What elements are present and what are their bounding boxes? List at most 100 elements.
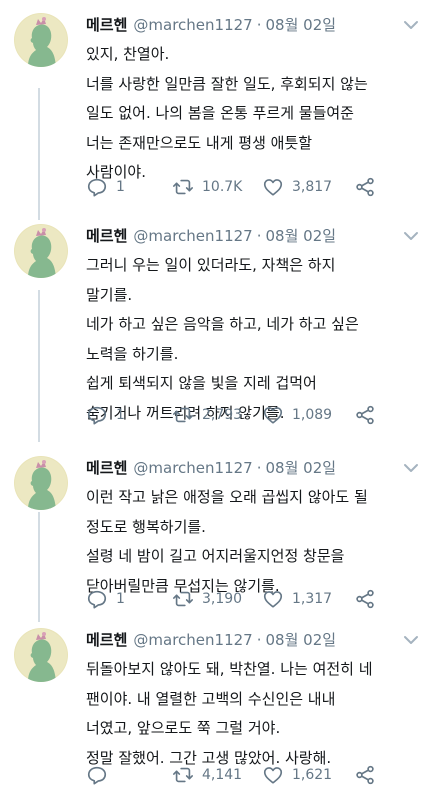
- tweet-line: 설령 네 밤이 길고 어지러울지언정 창문을: [86, 547, 345, 565]
- retweet-button[interactable]: 4,141: [172, 763, 242, 787]
- user-handle[interactable]: @marchen1127: [133, 16, 252, 34]
- retweet-button[interactable]: 2,793: [172, 403, 242, 427]
- tweet-3[interactable]: 메르헨 @marchen1127 · 08월 02일 이런 작고 낡은 애정을 오래 …: [0, 456, 439, 616]
- chevron-down-icon: [399, 13, 423, 37]
- separator: ·: [256, 459, 262, 477]
- tweet-line: 팬이야. 내 열렬한 고백의 수신인은 내내: [86, 689, 336, 708]
- reply-button[interactable]: 1: [86, 403, 125, 427]
- reply-count: 1: [116, 179, 125, 195]
- more-options-button[interactable]: [399, 13, 423, 37]
- silhouette-avatar-icon: [14, 224, 68, 278]
- tweet-line: 뒤돌아보지 않아도 돼, 박찬열. 나는 여전히 네: [86, 660, 373, 678]
- tweet-line: 정도로 행복하기를.: [86, 517, 206, 536]
- tweet-line: 이런 작고 낡은 애정을 오래 곱씹지 않아도 될: [86, 488, 368, 506]
- reply-button[interactable]: 1: [86, 587, 125, 611]
- tweet-line: 쉽게 퇴색되지 않을 빛을 지레 겁먹어: [86, 374, 317, 392]
- retweet-icon: [172, 404, 194, 426]
- retweet-count: 2,793: [202, 407, 243, 423]
- reply-icon: [86, 588, 108, 610]
- reply-count: 1: [116, 407, 125, 423]
- display-name[interactable]: 메르헨: [86, 631, 127, 649]
- share-button[interactable]: [354, 175, 376, 199]
- share-button[interactable]: [354, 587, 376, 611]
- tweet-text: 이런 작고 낡은 애정을 오래 곱씹지 않아도 될 정도로 행복하기를. 설령 …: [86, 483, 427, 601]
- more-options-button[interactable]: [399, 456, 423, 480]
- tweet-date[interactable]: 08월 02일: [266, 631, 337, 649]
- heart-icon: [262, 588, 284, 610]
- like-count: 3,817: [292, 179, 333, 195]
- tweet-4[interactable]: 메르헨 @marchen1127 · 08월 02일 뒤돌아보지 않아도 돼, 박찬열…: [0, 628, 439, 793]
- retweet-icon: [172, 764, 194, 786]
- tweet-line: 너는 존재만으로도 내게 평생 애틋할: [86, 133, 313, 152]
- retweet-count: 4,141: [202, 767, 243, 783]
- avatar[interactable]: [14, 224, 68, 278]
- tweet-line: 너를 사랑한 일만큼 잘한 일도, 후회되지 않는: [86, 74, 368, 93]
- heart-icon: [262, 764, 284, 786]
- tweet-line: 노력을 하기를.: [86, 344, 179, 363]
- tweet-1[interactable]: 메르헨 @marchen1127 · 08월 02일 있지, 찬열아. 너를 사랑한 …: [0, 13, 439, 213]
- tweet-text: 있지, 찬열아. 너를 사랑한 일만큼 잘한 일도, 후회되지 않는 일도 없어…: [86, 40, 427, 188]
- reply-icon: [86, 764, 108, 786]
- tweet-line: 너였고, 앞으로도 쭉 그럴 거야.: [86, 719, 281, 737]
- tweet-header: 메르헨 @marchen1127 · 08월 02일: [86, 456, 427, 480]
- reply-button[interactable]: 1: [86, 175, 125, 199]
- tweet-2[interactable]: 메르헨 @marchen1127 · 08월 02일 그러니 우는 일이 있더라도, …: [0, 224, 439, 444]
- retweet-button[interactable]: 10.7K: [172, 175, 242, 199]
- share-icon: [354, 764, 376, 786]
- silhouette-avatar-icon: [14, 628, 68, 682]
- reply-button[interactable]: [86, 763, 116, 787]
- separator: ·: [256, 227, 262, 245]
- retweet-icon: [172, 176, 194, 198]
- heart-icon: [262, 176, 284, 198]
- retweet-button[interactable]: 3,190: [172, 587, 242, 611]
- like-button[interactable]: 1,089: [262, 403, 332, 427]
- retweet-count: 10.7K: [202, 179, 243, 195]
- user-handle[interactable]: @marchen1127: [133, 631, 252, 649]
- tweet-line: 있지, 찬열아.: [86, 45, 170, 63]
- tweet-actions: 1 3,190 1,317: [86, 587, 416, 611]
- share-icon: [354, 588, 376, 610]
- chevron-down-icon: [399, 224, 423, 248]
- avatar[interactable]: [14, 456, 68, 510]
- share-button[interactable]: [354, 403, 376, 427]
- avatar[interactable]: [14, 628, 68, 682]
- silhouette-avatar-icon: [14, 456, 68, 510]
- display-name[interactable]: 메르헨: [86, 16, 127, 34]
- tweet-header: 메르헨 @marchen1127 · 08월 02일: [86, 224, 427, 248]
- silhouette-avatar-icon: [14, 13, 68, 67]
- like-button[interactable]: 3,817: [262, 175, 332, 199]
- tweet-text: 그러니 우는 일이 있더라도, 자책은 하지 말기를. 네가 하고 싶은 음악을…: [86, 251, 427, 428]
- chevron-down-icon: [399, 628, 423, 652]
- tweet-date[interactable]: 08월 02일: [266, 227, 337, 245]
- share-icon: [354, 176, 376, 198]
- tweet-date[interactable]: 08월 02일: [266, 459, 337, 477]
- avatar[interactable]: [14, 13, 68, 67]
- tweet-line: 일도 없어. 나의 봄을 온통 푸르게 물들여준: [86, 104, 354, 122]
- display-name[interactable]: 메르헨: [86, 459, 127, 477]
- more-options-button[interactable]: [399, 224, 423, 248]
- like-button[interactable]: 1,317: [262, 587, 332, 611]
- separator: ·: [256, 631, 262, 649]
- share-icon: [354, 404, 376, 426]
- display-name[interactable]: 메르헨: [86, 227, 127, 245]
- like-count: 1,317: [292, 591, 333, 607]
- separator: ·: [256, 16, 262, 34]
- reply-count: 1: [116, 591, 125, 607]
- retweet-count: 3,190: [202, 591, 243, 607]
- heart-icon: [262, 404, 284, 426]
- retweet-icon: [172, 588, 194, 610]
- like-button[interactable]: 1,621: [262, 763, 332, 787]
- user-handle[interactable]: @marchen1127: [133, 227, 252, 245]
- user-handle[interactable]: @marchen1127: [133, 459, 252, 477]
- share-button[interactable]: [354, 763, 376, 787]
- tweet-line: 네가 하고 싶은 음악을 하고, 네가 하고 싶은: [86, 315, 359, 333]
- more-options-button[interactable]: [399, 628, 423, 652]
- tweet-actions: 4,141 1,621: [86, 763, 416, 787]
- tweet-actions: 1 10.7K 3,817: [86, 175, 416, 199]
- reply-icon: [86, 404, 108, 426]
- tweet-line: 말기를.: [86, 285, 133, 304]
- reply-icon: [86, 176, 108, 198]
- like-count: 1,621: [292, 767, 333, 783]
- tweet-actions: 1 2,793 1,089: [86, 403, 416, 427]
- tweet-date[interactable]: 08월 02일: [266, 16, 337, 34]
